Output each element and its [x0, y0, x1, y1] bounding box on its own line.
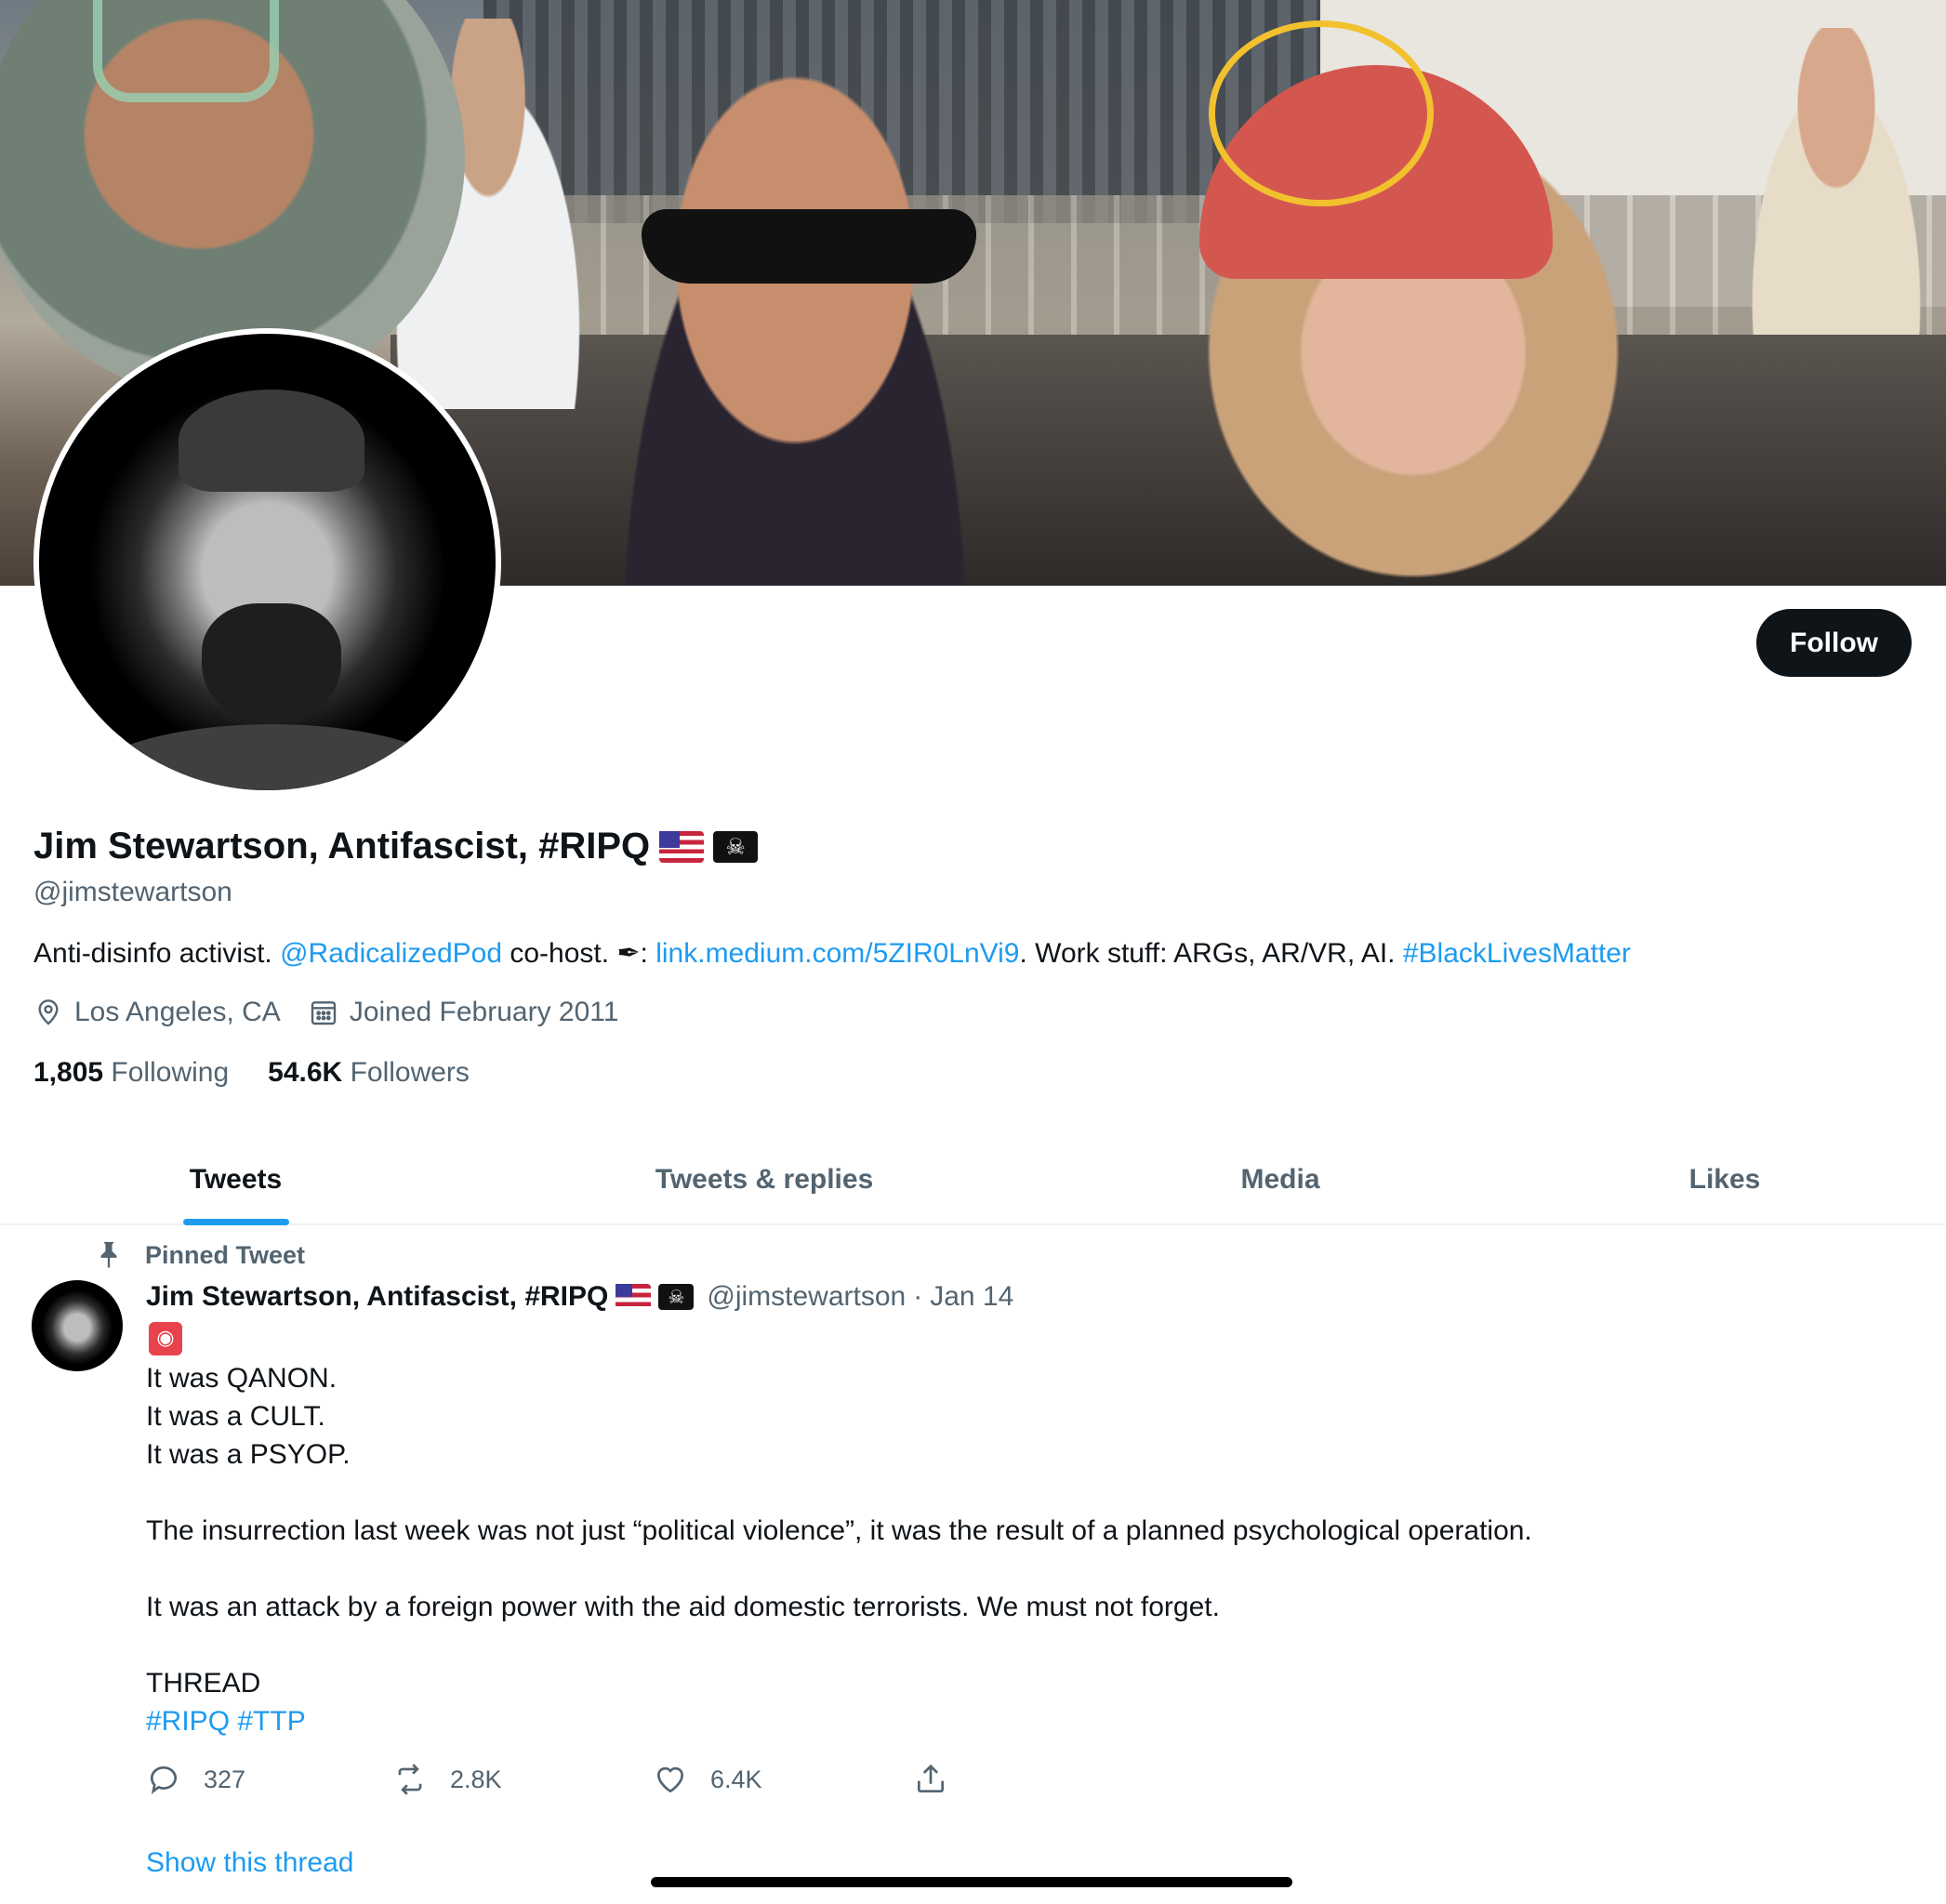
retweet-button[interactable]: 2.8K: [392, 1762, 502, 1797]
pirate-flag-icon: ☠: [713, 830, 759, 863]
yellow-highlight-circle: [1209, 20, 1434, 206]
following-link[interactable]: 1,805 Following: [33, 1057, 229, 1089]
bio-text: Anti-disinfo activist.: [33, 938, 281, 969]
tab-tweets-and-replies[interactable]: Tweets & replies: [471, 1136, 1057, 1223]
tab-label: Media: [1240, 1164, 1320, 1195]
profile-display-name: Jim Stewartson, Antifascist, #RIPQ: [33, 826, 651, 866]
tweet-line: It was a PSYOP.: [146, 1439, 351, 1470]
tweet-author-name[interactable]: Jim Stewartson, Antifascist, #RIPQ: [146, 1281, 608, 1313]
profile-bio: Anti-disinfo activist. @RadicalizedPod c…: [33, 937, 1631, 970]
tweet-separator: ·: [913, 1281, 923, 1312]
tweet-text: It was QANON. It was a CULT. It was a PS…: [146, 1359, 1894, 1740]
joined-text: Joined February 2011: [349, 997, 619, 1027]
location-pin-icon: [38, 999, 59, 1025]
pen-icon: ✒: [616, 937, 641, 970]
reply-icon: [150, 1766, 178, 1794]
tweet-author-handle[interactable]: @jimstewartson: [707, 1281, 906, 1313]
followers-count: 54.6K: [268, 1057, 343, 1088]
tweet-hashtags[interactable]: #RIPQ #TTP: [146, 1702, 1894, 1740]
like-count: 6.4K: [710, 1765, 762, 1793]
bio-hashtag-link[interactable]: #BlackLivesMatter: [1403, 938, 1631, 969]
following-label: Following: [111, 1057, 230, 1088]
calendar-icon: [311, 1001, 337, 1025]
tab-label: Tweets: [189, 1164, 283, 1195]
pirate-flag-icon: ☠: [658, 1284, 695, 1310]
tab-label: Likes: [1688, 1164, 1761, 1195]
banner-older-man: [1729, 28, 1943, 335]
retweet-count: 2.8K: [450, 1765, 502, 1793]
tweet-thread-label: THREAD: [146, 1668, 261, 1699]
sunglasses: [642, 209, 976, 284]
pin-icon: [100, 1241, 117, 1269]
avatar-shoulders: [76, 724, 467, 790]
active-tab-indicator: [182, 1219, 289, 1225]
us-flag-icon: [659, 830, 705, 863]
oxygen-mask: [93, 0, 279, 102]
profile-meta: Los Angeles, CA Joined February 2011: [33, 997, 646, 1028]
tweet-actions: 327 2.8K 6.4K: [146, 1762, 983, 1803]
tab-likes[interactable]: Likes: [1503, 1136, 1946, 1223]
profile-avatar[interactable]: [33, 328, 501, 796]
profile-stats: 1,805 Following 54.6K Followers: [33, 1057, 509, 1089]
share-icon: [917, 1764, 945, 1793]
banner-man-in-sunglasses: [576, 37, 1013, 586]
like-button[interactable]: 6.4K: [653, 1762, 762, 1797]
share-button[interactable]: [913, 1762, 948, 1797]
bio-text: co-host.: [502, 938, 617, 969]
tweet-line: It was QANON.: [146, 1363, 338, 1394]
followers-label: Followers: [350, 1057, 470, 1088]
tweet-date[interactable]: Jan 14: [930, 1281, 1013, 1313]
bio-mention-link[interactable]: @RadicalizedPod: [280, 938, 502, 969]
heart-icon: [656, 1766, 684, 1793]
profile-tabs: Tweets Tweets & replies Media Likes: [0, 1136, 1946, 1225]
reply-button[interactable]: 327: [146, 1762, 245, 1797]
followers-link[interactable]: 54.6K Followers: [268, 1057, 470, 1089]
show-thread-link[interactable]: Show this thread: [146, 1847, 353, 1879]
siren-icon: ◉: [149, 1322, 182, 1355]
location-text: Los Angeles, CA: [74, 997, 281, 1027]
reply-count: 327: [204, 1765, 246, 1793]
tweet-paragraph: It was an attack by a foreign power with…: [146, 1592, 1220, 1622]
bio-text: . Work stuff: ARGs, AR/VR, AI.: [1019, 938, 1403, 969]
avatar-hair: [179, 390, 364, 492]
tweet-author-avatar[interactable]: [32, 1280, 123, 1371]
bio-text: :: [640, 938, 656, 969]
profile-handle: @jimstewartson: [33, 877, 232, 907]
tweet-paragraph: The insurrection last week was not just …: [146, 1515, 1532, 1546]
profile-name-row: Jim Stewartson, Antifascist, #RIPQ ☠: [33, 826, 759, 867]
avatar-beard: [202, 603, 341, 724]
tab-tweets[interactable]: Tweets: [0, 1136, 471, 1225]
us-flag-icon: [616, 1284, 652, 1310]
retweet-icon: [398, 1764, 422, 1795]
joined-date: Joined February 2011: [309, 997, 619, 1028]
follow-button[interactable]: Follow: [1756, 609, 1912, 677]
tab-media[interactable]: Media: [1057, 1136, 1503, 1223]
following-count: 1,805: [33, 1057, 104, 1088]
tweet-line: It was a CULT.: [146, 1401, 325, 1432]
home-indicator[interactable]: [651, 1877, 1292, 1887]
location: Los Angeles, CA: [33, 997, 281, 1028]
pinned-tweet-label: Pinned Tweet: [93, 1239, 305, 1271]
tab-label: Tweets & replies: [655, 1164, 874, 1195]
tweet-header: Jim Stewartson, Antifascist, #RIPQ ☠ @ji…: [146, 1281, 1013, 1313]
pinned-text: Pinned Tweet: [145, 1240, 306, 1269]
bio-url-link[interactable]: link.medium.com/5ZIR0LnVi9: [655, 938, 1019, 969]
